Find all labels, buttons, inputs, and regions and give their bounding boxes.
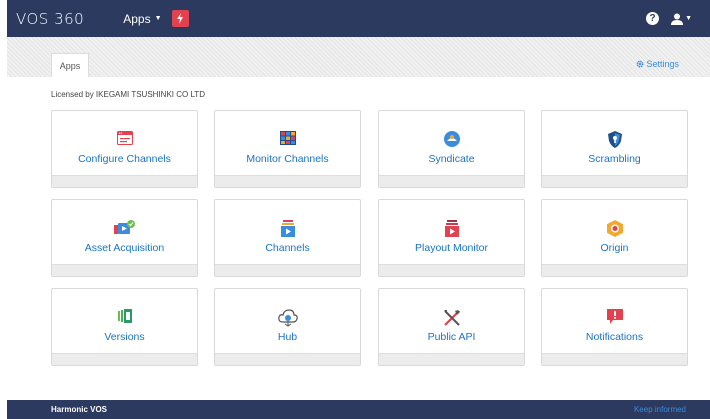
settings-link[interactable]: Settings [636, 59, 679, 69]
app-label: Scrambling [588, 153, 641, 165]
app-card-versions[interactable]: Versions [51, 288, 198, 366]
app-label: Origin [600, 242, 629, 254]
apps-menu-dropdown[interactable]: Apps ▼ [123, 12, 161, 26]
footer: Harmonic VOS Keep informed [7, 400, 710, 419]
app-card-scrambling[interactable]: Scrambling [541, 110, 688, 188]
notifications-icon [542, 309, 687, 325]
app-card-monitor-channels[interactable]: Monitor Channels [214, 110, 361, 188]
settings-label: Settings [646, 59, 679, 69]
syndicate-icon [379, 131, 524, 147]
apps-menu-label: Apps [123, 11, 151, 26]
app-label: Public API [427, 331, 476, 343]
app-label: Monitor Channels [246, 153, 329, 165]
app-label: Syndicate [428, 153, 475, 165]
monitor-channels-icon [215, 131, 360, 145]
app-label: Versions [104, 331, 145, 343]
public-api-icon [379, 309, 524, 327]
user-menu[interactable]: ▼ [671, 13, 692, 25]
app-label: Asset Acquisition [84, 242, 165, 254]
channels-icon [215, 220, 360, 237]
configure-channels-icon [52, 131, 197, 145]
tab-apps[interactable]: Apps [51, 53, 89, 77]
app-card-hub[interactable]: Hub [214, 288, 361, 366]
license-text: Licensed by IKEGAMI TSUSHINKI CO LTD [51, 90, 205, 99]
app-card-origin[interactable]: Origin [541, 199, 688, 277]
app-label: Playout Monitor [415, 242, 488, 254]
app-label: Channels [265, 242, 310, 254]
keep-informed-link[interactable]: Keep informed [634, 405, 686, 414]
app-label: Hub [277, 331, 298, 343]
user-icon [671, 13, 684, 25]
hub-icon [215, 309, 360, 327]
gear-icon [637, 60, 644, 68]
footer-brand: Harmonic VOS [51, 405, 108, 414]
caret-down-icon: ▼ [685, 15, 692, 22]
asset-acquisition-icon [52, 220, 197, 236]
app-card-public-api[interactable]: Public API [378, 288, 525, 366]
app-card-asset-acquisition[interactable]: Asset Acquisition [51, 199, 198, 277]
playout-monitor-icon [379, 220, 524, 237]
app-card-syndicate[interactable]: Syndicate [378, 110, 525, 188]
app-label: Notifications [585, 331, 644, 343]
top-navbar: VOS 360 Apps ▼ ? ▼ [7, 0, 710, 37]
app-card-notifications[interactable]: Notifications [541, 288, 688, 366]
versions-icon [52, 309, 197, 323]
scrambling-icon [542, 131, 687, 148]
lightning-bolt-icon[interactable] [171, 10, 189, 27]
help-icon[interactable]: ? [646, 12, 660, 25]
app-label: Configure Channels [78, 153, 171, 165]
app-card-configure-channels[interactable]: Configure Channels [51, 110, 198, 188]
app-card-playout-monitor[interactable]: Playout Monitor [378, 199, 525, 277]
caret-down-icon: ▼ [154, 15, 162, 22]
app-card-channels[interactable]: Channels [214, 199, 361, 277]
tab-strip-background [7, 37, 710, 77]
brand-logo[interactable]: VOS 360 [16, 10, 84, 28]
origin-icon [542, 220, 687, 237]
